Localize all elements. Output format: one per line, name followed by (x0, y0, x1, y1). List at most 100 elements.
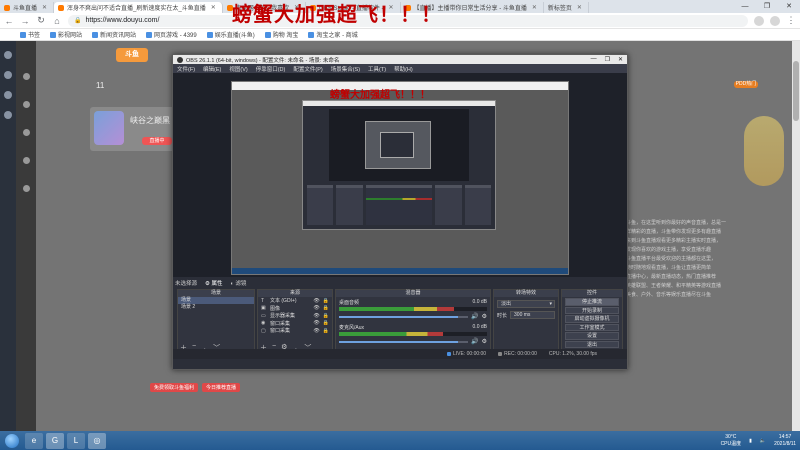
menu-edit[interactable]: 编辑(E) (203, 65, 221, 73)
source-item[interactable]: ▣ 图像 👁 🔒 (258, 305, 332, 313)
sidebar-item-game[interactable] (18, 185, 34, 193)
sidebar-item-category[interactable] (18, 129, 34, 137)
gear-icon[interactable]: ⚙ (482, 338, 487, 345)
close-window-button[interactable]: ✕ (778, 0, 800, 13)
menu-file[interactable]: 文件(F) (177, 65, 195, 73)
forward-arrow-icon[interactable]: → (20, 16, 30, 26)
close-icon[interactable]: ✕ (532, 4, 537, 11)
studio-mode-button[interactable]: 工作室模式 (565, 323, 619, 331)
star-icon[interactable] (4, 51, 12, 59)
system-clock[interactable]: 14:57 2021/8/11 (774, 434, 796, 448)
tools-icon[interactable] (4, 111, 12, 119)
duration-input[interactable]: 300 ms (510, 311, 555, 319)
mascot-illustration (744, 116, 784, 186)
taskbar-app-ie[interactable]: e (25, 432, 43, 449)
scene-item[interactable]: 场景 (178, 297, 254, 304)
bookmark-item[interactable]: 娱乐直播(斗鱼) (206, 30, 255, 39)
rec-status: REC: 00:00:00 (498, 351, 537, 357)
close-icon[interactable]: ✕ (618, 56, 623, 63)
eye-icon[interactable]: 👁 (313, 320, 319, 326)
lock-icon[interactable]: 🔒 (323, 328, 329, 334)
minimize-button[interactable]: — (734, 0, 756, 13)
menu-scene-collection[interactable]: 场景集合(S) (331, 65, 360, 73)
bookmark-item[interactable]: 新闻资讯网站 (92, 30, 136, 39)
history-icon[interactable] (4, 71, 12, 79)
settings-button[interactable]: 设置 (565, 332, 619, 340)
source-item[interactable]: ▢ 窗口采集 👁 🔒 (258, 327, 332, 335)
reload-icon[interactable]: ↻ (36, 15, 46, 26)
properties-button[interactable]: ⚙ 属性 (205, 279, 222, 287)
maximize-icon[interactable]: ❐ (605, 56, 610, 63)
transition-select[interactable]: 淡出 (497, 300, 555, 308)
source-item[interactable]: ◉ 窗口采集 👁 🔒 (258, 320, 332, 328)
menu-icon[interactable]: ⋮ (786, 15, 796, 26)
taskbar-app-league[interactable]: L (67, 432, 85, 449)
menu-tools[interactable]: 工具(T) (368, 65, 386, 73)
bookmark-item[interactable]: 网页游戏 - 4399 (146, 30, 197, 39)
close-icon[interactable]: ✕ (577, 4, 582, 11)
page-scrollbar[interactable] (792, 41, 800, 431)
taskbar-app-obs[interactable]: ◎ (88, 432, 106, 449)
lock-icon[interactable]: 🔒 (323, 313, 329, 319)
close-icon[interactable]: ✕ (211, 4, 216, 11)
lock-icon[interactable]: 🔒 (323, 305, 329, 311)
weather-widget[interactable]: 30°C CPU温度 (721, 434, 742, 448)
network-icon[interactable]: ▮ (749, 438, 752, 444)
source-item[interactable]: T 文本 (GDI+) 👁 🔒 (258, 297, 332, 305)
slider-fill (339, 315, 458, 318)
browser-tab[interactable]: 新标签页 ✕ (544, 2, 589, 13)
promo-chip[interactable]: 今日推荐直播 (202, 383, 241, 392)
scene-item[interactable]: 场景 2 (178, 304, 254, 311)
douyu-logo[interactable]: 斗鱼 (116, 48, 148, 62)
virtual-camera-button[interactable]: 启动虚拟摄像机 (565, 315, 619, 323)
browser-tab-active[interactable]: 浑身不爽出问不适合直播_刷新速度实在太_斗鱼直播 ✕ (54, 2, 223, 13)
minimize-icon[interactable]: — (591, 56, 597, 63)
profile-avatar-icon[interactable] (770, 15, 780, 26)
menu-help[interactable]: 帮助(H) (394, 65, 413, 73)
extension-icon[interactable] (754, 15, 764, 26)
back-arrow-icon[interactable]: ← (4, 16, 14, 26)
start-recording-button[interactable]: 开始录制 (565, 306, 619, 314)
exit-button[interactable]: 退出 (565, 340, 619, 348)
scroll-thumb[interactable] (793, 61, 799, 121)
volume-slider[interactable] (339, 340, 469, 343)
bookmark-item[interactable]: 淘宝之家 - 商城 (308, 30, 358, 39)
menu-view[interactable]: 视图(V) (229, 65, 247, 73)
eye-icon[interactable]: 👁 (313, 298, 319, 304)
promo-chip[interactable]: 免费领取斗鱼福利 (150, 383, 199, 392)
eye-icon[interactable]: 👁 (313, 305, 319, 311)
start-button[interactable] (2, 432, 22, 450)
lock-icon[interactable]: 🔒 (323, 298, 329, 304)
bookmark-item[interactable]: 购物 淘宝 (264, 30, 298, 39)
eye-icon[interactable]: 👁 (313, 313, 319, 319)
speaker-icon[interactable]: 🔊 (471, 338, 478, 345)
channel-level: 0.0 dB (472, 324, 487, 330)
home-icon[interactable]: ⌂ (52, 16, 62, 26)
lock-icon[interactable]: 🔒 (323, 320, 329, 326)
stop-streaming-button[interactable]: 停止推流 (565, 298, 619, 306)
bookmark-item[interactable]: 影视网站 (50, 30, 82, 39)
hot-badge[interactable]: PDD热门 (734, 81, 758, 88)
eye-icon[interactable]: 👁 (313, 328, 319, 334)
menu-docks[interactable]: 停靠窗口(D) (256, 65, 286, 73)
taskbar-app-game[interactable]: G (46, 432, 64, 449)
close-icon[interactable]: ✕ (42, 4, 47, 11)
browser-app-icon: e (31, 436, 37, 445)
menu-profile[interactable]: 配置文件(P) (293, 65, 322, 73)
volume-slider[interactable] (339, 315, 469, 318)
browser-tab[interactable]: 斗鱼直播 ✕ (0, 2, 55, 13)
download-icon[interactable] (4, 91, 12, 99)
obs-preview[interactable]: 螃蟹大加强超飞！！！ (173, 73, 627, 277)
gear-icon[interactable]: ⚙ (482, 313, 487, 320)
volume-icon[interactable]: 🔈 (760, 438, 766, 444)
bookmark-item[interactable]: 书签 (20, 30, 40, 39)
speaker-icon[interactable]: 🔊 (471, 313, 478, 320)
bookmark-icon (20, 31, 26, 38)
maximize-button[interactable]: ❐ (756, 0, 778, 13)
nested-dock (307, 185, 334, 225)
source-item[interactable]: ▭ 显示器采集 👁 🔒 (258, 312, 332, 320)
sidebar-item-follow[interactable] (18, 73, 34, 81)
sidebar-item-home[interactable] (18, 101, 34, 109)
filters-button[interactable]: ◐ 滤镜 (231, 279, 247, 287)
sidebar-item-video[interactable] (18, 157, 34, 165)
